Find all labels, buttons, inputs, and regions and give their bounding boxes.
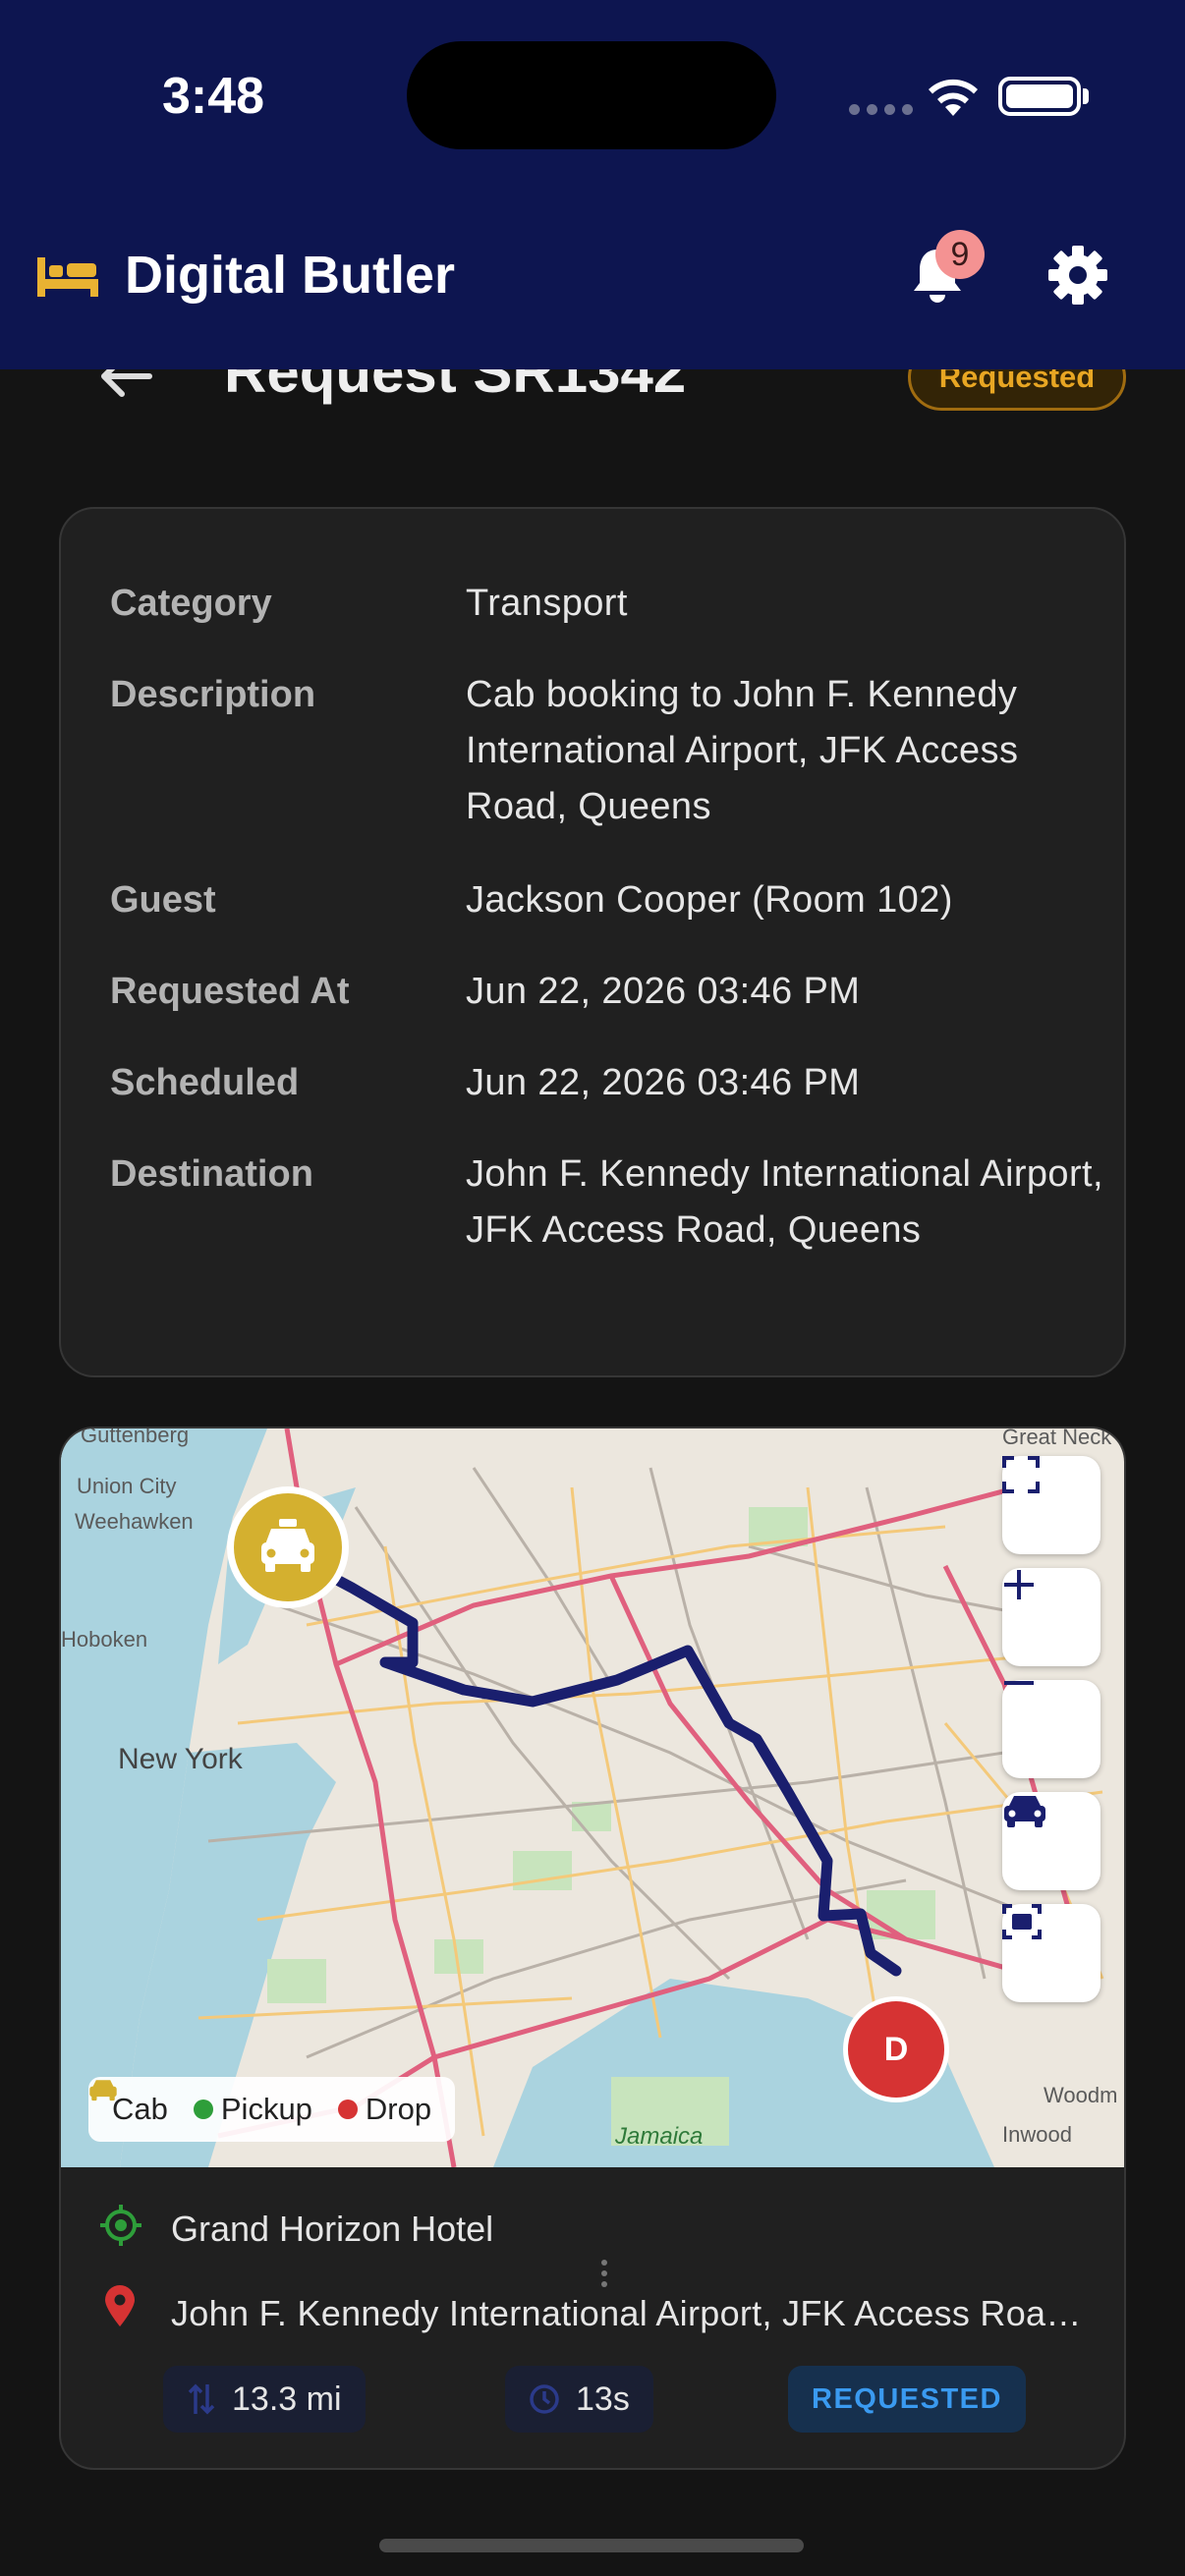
focus-cab-button[interactable] (1002, 1792, 1100, 1890)
legend-cab-label: Cab (112, 2092, 168, 2126)
fullscreen-icon (1002, 1456, 1040, 1493)
detail-label: Requested At (110, 971, 350, 1012)
battery-icon (998, 77, 1081, 116)
route-connector (601, 2260, 607, 2292)
distance-value: 13.3 mi (232, 2380, 342, 2418)
plus-icon (1004, 1570, 1034, 1599)
app-header: 3:48 Digital Butler 9 (0, 0, 1185, 369)
gear-icon[interactable] (1047, 245, 1108, 306)
route-line (283, 1548, 902, 1977)
route-status-chip: REQUESTED (788, 2366, 1026, 2433)
map-view[interactable]: Guttenberg Union City Weehawken Hoboken … (61, 1428, 1124, 2167)
distance-chip: 13.3 mi (163, 2366, 366, 2433)
eta-value: 13s (576, 2380, 630, 2418)
map-label-woodmere: Woodm (1044, 2083, 1117, 2107)
pickup-dot-icon (193, 2100, 213, 2119)
eta-chip: 13s (505, 2366, 653, 2433)
map-label-weehawken: Weehawken (75, 1509, 194, 1534)
detail-value: Cab booking to John F. Kennedy Internati… (466, 674, 1019, 827)
map-label-jamaica: Jamaica (614, 2123, 703, 2150)
detail-label: Description (110, 674, 316, 715)
zoom-in-button[interactable] (1002, 1568, 1100, 1666)
detail-value: Jackson Cooper (Room 102) (466, 879, 953, 921)
fullscreen-button[interactable] (1002, 1456, 1100, 1554)
map-tiles: Guttenberg Union City Weehawken Hoboken … (61, 1428, 1117, 2167)
car-icon (1004, 1796, 1045, 1827)
map-label-hoboken: Hoboken (61, 1627, 147, 1652)
minus-icon (1004, 1681, 1034, 1685)
detail-label: Guest (110, 879, 216, 921)
legend-cab: Cab (89, 2080, 168, 2127)
cab-marker[interactable] (224, 1484, 352, 1611)
drop-marker[interactable]: D (843, 1996, 949, 2102)
map-label-new-york: New York (118, 1743, 244, 1775)
map-label-inwood: Inwood (1002, 2122, 1072, 2147)
drop-location-icon (105, 2285, 135, 2326)
status-time: 3:48 (162, 68, 265, 125)
fit-bounds-icon (1002, 1904, 1042, 1939)
route-destination: John F. Kennedy International Airport, J… (171, 2293, 1095, 2333)
wifi-icon (929, 79, 978, 116)
dynamic-island (407, 41, 776, 149)
distance-icon (188, 2383, 215, 2415)
route-map-card: Guttenberg Union City Weehawken Hoboken … (59, 1427, 1126, 2470)
detail-value: Jun 22, 2026 03:46 PM (466, 971, 861, 1012)
legend-pickup: Pickup (193, 2092, 312, 2127)
cab-legend-icon (89, 2080, 117, 2101)
map-label-great-neck: Great Neck (1002, 1428, 1112, 1449)
map-label-guttenberg: Guttenberg (81, 1428, 189, 1447)
legend-pickup-label: Pickup (220, 2092, 312, 2126)
map-legend: Cab Pickup Drop (88, 2077, 456, 2142)
clock-icon (530, 2384, 559, 2414)
legend-drop-label: Drop (365, 2092, 432, 2126)
battery-cap (1083, 88, 1089, 104)
detail-value: John F. Kennedy International Airport, J… (466, 1153, 1103, 1251)
legend-drop: Drop (337, 2092, 432, 2127)
detail-label: Category (110, 583, 272, 624)
drop-marker-label: D (848, 2001, 944, 2098)
bed-icon (37, 257, 98, 297)
detail-value: Jun 22, 2026 03:46 PM (466, 1062, 861, 1103)
detail-label: Scheduled (110, 1062, 300, 1103)
route-origin: Grand Horizon Hotel (171, 2209, 494, 2249)
cellular-icon (849, 102, 920, 120)
request-details-card: Category Transport Description Cab booki… (59, 507, 1126, 1377)
drop-dot-icon (337, 2100, 358, 2119)
fit-route-button[interactable] (1002, 1904, 1100, 2002)
app-title: Digital Butler (125, 246, 456, 305)
map-label-union-city: Union City (77, 1474, 176, 1498)
zoom-out-button[interactable] (1002, 1680, 1100, 1778)
pickup-location-icon (100, 2205, 141, 2246)
detail-value: Transport (466, 583, 628, 624)
notification-badge: 9 (935, 230, 985, 279)
detail-label: Destination (110, 1153, 313, 1195)
home-indicator[interactable] (379, 2539, 804, 2552)
